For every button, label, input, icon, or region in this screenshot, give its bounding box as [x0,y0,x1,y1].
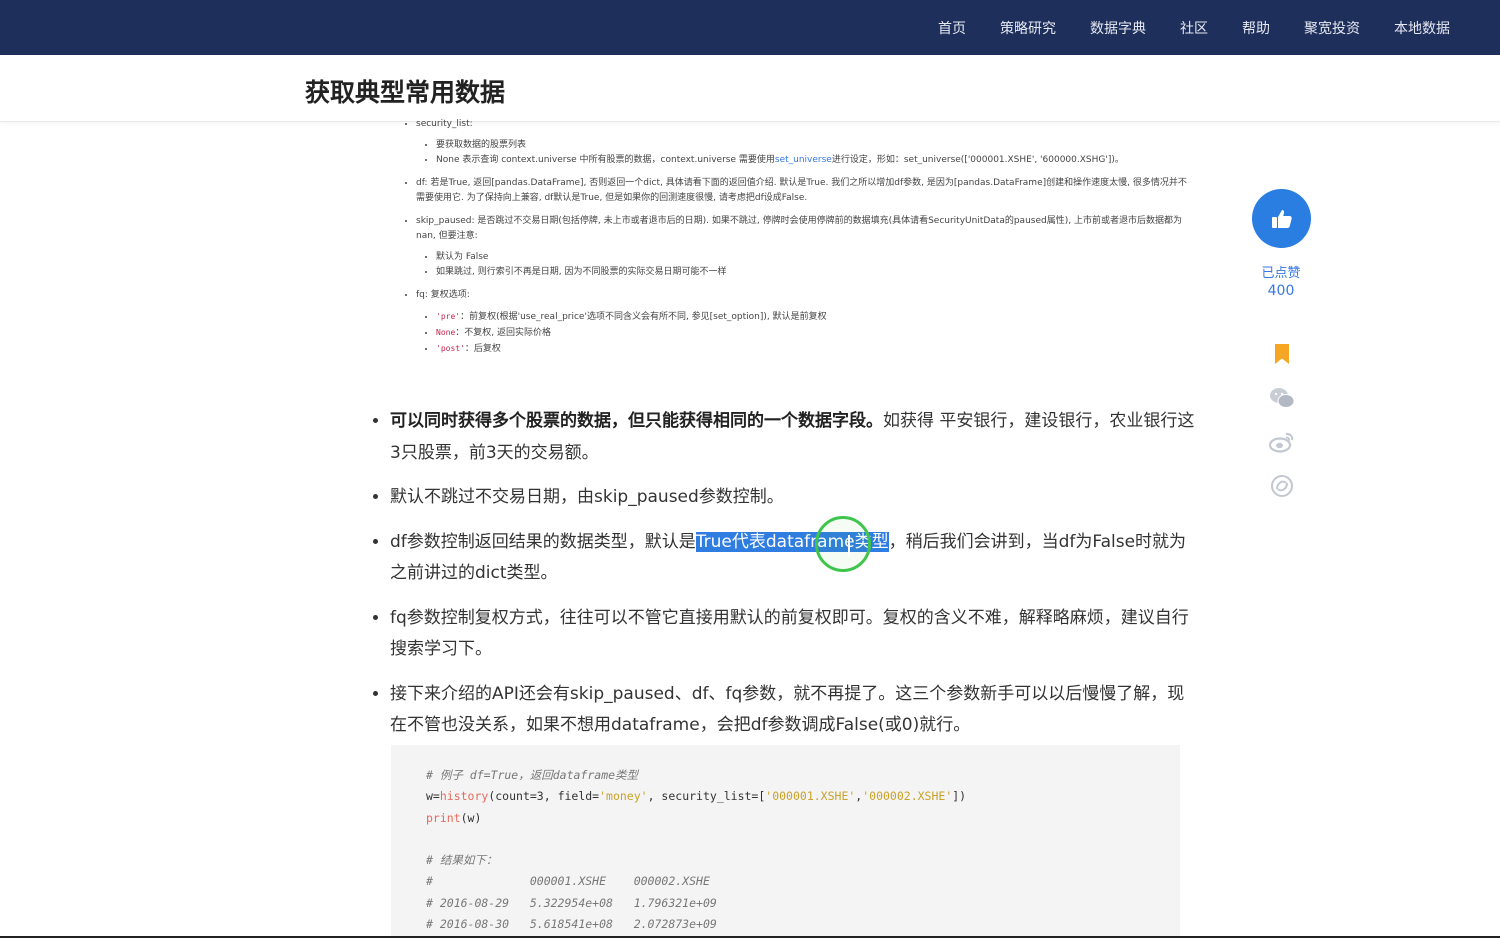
code-comment: # 结果如下： [426,853,498,868]
weibo-share-button[interactable] [1268,428,1296,456]
list-item: fq参数控制复权方式，往往可以不管它直接用默认的前复权即可。复权的含义不难，解释… [390,603,1200,666]
nav-item-help[interactable]: 帮助 [1242,18,1270,38]
nav-item-strategy[interactable]: 策略研究 [1000,18,1056,38]
code-block[interactable]: # 例子 df=True，返回dataframe类型 w=history(cou… [391,745,1180,938]
list-item: 要获取数据的股票列表 [436,138,1190,153]
embedded-doc-image: security_list: 要获取数据的股票列表 None 表示查询 cont… [400,117,1190,392]
list-item: None 表示查询 context.universe 中所有股票的数据，cont… [436,153,1190,168]
list-item: 默认不跳过不交易日期，由skip_paused参数控制。 [390,482,1200,514]
list-item: None：不复权, 返回实际价格 [436,325,1190,341]
list-item: 如果跳过, 则行索引不再是日期, 因为不同股票的实际交易日期可能不一样 [436,265,1190,280]
code-comment: # 2016-08-29 5.322954e+08 1.796321e+09 [426,895,717,910]
thumbs-up-icon [1271,209,1292,228]
nav-item-data-dictionary[interactable]: 数据字典 [1090,18,1146,38]
bookmark-icon [1275,344,1289,364]
code-line: print(w) [426,810,482,825]
list-item: 接下来介绍的API还会有skip_paused、df、fq参数，就不再提了。这三… [390,679,1200,742]
wechat-icon [1270,388,1295,408]
list-item: 默认为 False [436,250,1190,265]
param-security-list: security_list: 要获取数据的股票列表 None 表示查询 cont… [416,117,1190,168]
weibo-icon [1269,432,1294,453]
code-line: w=history(count=3, field='money', securi… [426,789,967,804]
param-fq: fq: 复权选项: 'pre'：前复权(根据'use_real_price'选项… [416,288,1190,357]
click-indicator [815,516,871,572]
list-item: df参数控制返回结果的数据类型，默认是True代表dataframe类型，稍后我… [390,527,1200,590]
list-item: 'post'：后复权 [436,341,1190,357]
code-comment: # 2016-08-30 5.618541e+08 2.072873e+09 [426,917,717,932]
share-icon [1271,475,1293,497]
article-bullet-list: 可以同时获得多个股票的数据，但只能获得相同的一个数据字段。如获得 平安银行，建设… [372,406,1200,755]
wechat-share-button[interactable] [1268,384,1296,412]
like-button[interactable] [1252,189,1311,248]
bookmark-button[interactable] [1268,340,1296,368]
code-comment: # 000001.XSHE 000002.XSHE [426,874,710,889]
text-cursor [848,535,850,557]
page-title: 获取典型常用数据 [305,78,506,107]
other-share-button[interactable] [1268,472,1296,500]
param-skip-paused: skip_paused: 是否跳过不交易日期(包括停牌, 未上市或者退市后的日期… [416,214,1190,280]
list-item: 可以同时获得多个股票的数据，但只能获得相同的一个数据字段。如获得 平安银行，建设… [390,406,1200,469]
nav-item-home[interactable]: 首页 [938,18,966,38]
title-bar: 获取典型常用数据 [0,55,1500,122]
list-item: 'pre'：前复权(根据'use_real_price'选项不同含义会有所不同,… [436,309,1190,325]
like-status-label: 已点赞 [1261,266,1301,281]
top-nav-bar: 首页 策略研究 数据字典 社区 帮助 聚宽投资 本地数据 [0,0,1500,55]
nav-menu: 首页 策略研究 数据字典 社区 帮助 聚宽投资 本地数据 [938,0,1484,55]
param-df: df: 若是True, 返回[pandas.DataFrame], 否则返回一个… [416,176,1190,206]
code-comment: # 例子 df=True，返回dataframe类型 [426,768,639,782]
nav-item-local-data[interactable]: 本地数据 [1394,18,1450,38]
like-count: 400 [1267,283,1295,299]
nav-item-investment[interactable]: 聚宽投资 [1304,18,1360,38]
nav-item-community[interactable]: 社区 [1180,18,1208,38]
set-universe-link[interactable]: set_universe [775,155,832,165]
